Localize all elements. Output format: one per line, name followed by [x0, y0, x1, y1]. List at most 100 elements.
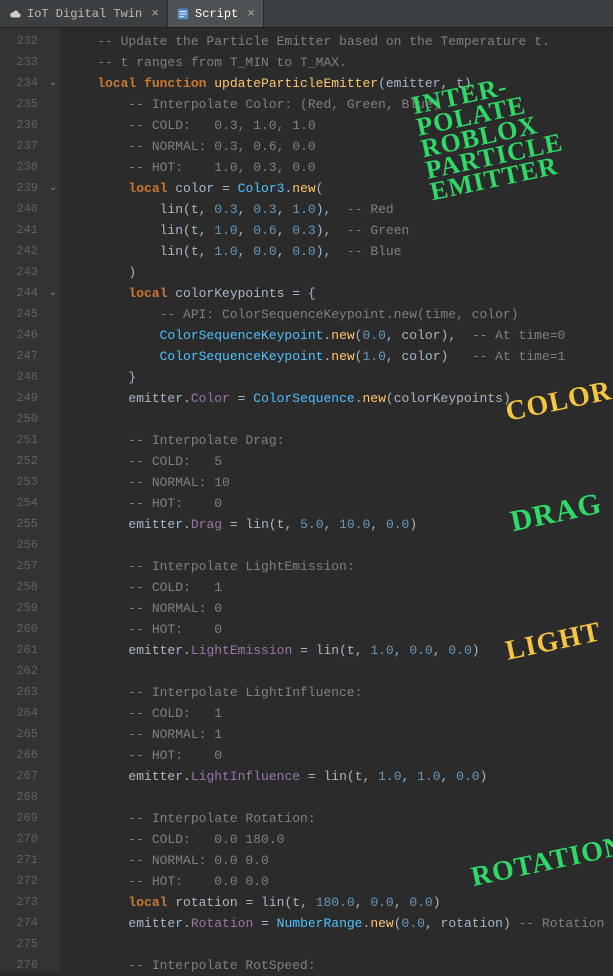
code-line[interactable]: -- NORMAL: 0.0 0.0: [66, 850, 613, 871]
line-number: 257: [0, 556, 46, 577]
line-number: 237: [0, 136, 46, 157]
code-line[interactable]: }: [66, 367, 613, 388]
line-number: 233: [0, 52, 46, 73]
code-line[interactable]: ): [66, 262, 613, 283]
line-number: 255: [0, 514, 46, 535]
line-number: 266: [0, 745, 46, 766]
line-number: 243: [0, 262, 46, 283]
fold-chevron-icon[interactable]: ⌄: [46, 73, 60, 94]
tab-bar: IoT Digital Twin × Script ×: [0, 0, 613, 28]
code-line[interactable]: -- Interpolate Color: (Red, Green, Blue): [66, 94, 613, 115]
line-number: 235: [0, 94, 46, 115]
code-line[interactable]: emitter.LightEmission = lin(t, 1.0, 0.0,…: [66, 640, 613, 661]
line-number: 269: [0, 808, 46, 829]
line-number: 271: [0, 850, 46, 871]
line-number: 245: [0, 304, 46, 325]
code-line[interactable]: emitter.Drag = lin(t, 5.0, 10.0, 0.0): [66, 514, 613, 535]
code-line[interactable]: -- HOT: 0: [66, 745, 613, 766]
line-number: 270: [0, 829, 46, 850]
line-number: 244: [0, 283, 46, 304]
code-line[interactable]: [66, 934, 613, 955]
script-icon: [176, 7, 190, 21]
code-line[interactable]: -- NORMAL: 1: [66, 724, 613, 745]
line-number: 240: [0, 199, 46, 220]
code-line[interactable]: local rotation = lin(t, 180.0, 0.0, 0.0): [66, 892, 613, 913]
code-line[interactable]: -- COLD: 5: [66, 451, 613, 472]
fold-chevron-icon[interactable]: ⌄: [46, 178, 60, 199]
code-line[interactable]: [66, 787, 613, 808]
tab-label: Script: [195, 7, 238, 21]
line-number: 232: [0, 31, 46, 52]
code-line[interactable]: -- NORMAL: 10: [66, 472, 613, 493]
code-line[interactable]: -- HOT: 1.0, 0.3, 0.0: [66, 157, 613, 178]
line-number: 273: [0, 892, 46, 913]
tab-script[interactable]: Script ×: [168, 0, 264, 27]
code-line[interactable]: -- Interpolate LightInfluence:: [66, 682, 613, 703]
line-number: 264: [0, 703, 46, 724]
code-line[interactable]: local colorKeypoints = {: [66, 283, 613, 304]
code-line[interactable]: -- COLD: 1: [66, 577, 613, 598]
line-number: 272: [0, 871, 46, 892]
code-line[interactable]: -- Interpolate Drag:: [66, 430, 613, 451]
fold-chevron-icon[interactable]: ⌄: [46, 283, 60, 304]
line-number: 250: [0, 409, 46, 430]
line-number: 253: [0, 472, 46, 493]
close-icon[interactable]: ×: [243, 6, 255, 21]
code-line[interactable]: [66, 535, 613, 556]
code-line[interactable]: -- t ranges from T_MIN to T_MAX.: [66, 52, 613, 73]
line-number: 267: [0, 766, 46, 787]
code-line[interactable]: [66, 661, 613, 682]
line-number: 256: [0, 535, 46, 556]
code-line[interactable]: ColorSequenceKeypoint.new(0.0, color), -…: [66, 325, 613, 346]
line-number: 252: [0, 451, 46, 472]
line-number: 265: [0, 724, 46, 745]
code-line[interactable]: emitter.Rotation = NumberRange.new(0.0, …: [66, 913, 613, 934]
code-line[interactable]: -- HOT: 0: [66, 619, 613, 640]
line-number: 260: [0, 619, 46, 640]
code-line[interactable]: -- Update the Particle Emitter based on …: [66, 31, 613, 52]
cloud-icon: [8, 7, 22, 21]
code-line[interactable]: local color = Color3.new(: [66, 178, 613, 199]
editor[interactable]: 2322332342352362372382392402412422432442…: [0, 28, 613, 971]
code-line[interactable]: local function updateParticleEmitter(emi…: [66, 73, 613, 94]
code-line[interactable]: ColorSequenceKeypoint.new(1.0, color) --…: [66, 346, 613, 367]
code-line[interactable]: -- HOT: 0: [66, 493, 613, 514]
line-number: 246: [0, 325, 46, 346]
code-line[interactable]: emitter.Color = ColorSequence.new(colorK…: [66, 388, 613, 409]
code-line[interactable]: -- HOT: 0.0 0.0: [66, 871, 613, 892]
line-gutter: 2322332342352362372382392402412422432442…: [0, 28, 46, 971]
code-line[interactable]: -- COLD: 0.3, 1.0, 1.0: [66, 115, 613, 136]
line-number: 262: [0, 661, 46, 682]
line-number: 247: [0, 346, 46, 367]
code-line[interactable]: -- Interpolate LightEmission:: [66, 556, 613, 577]
code-line[interactable]: -- COLD: 1: [66, 703, 613, 724]
line-number: 249: [0, 388, 46, 409]
line-number: 251: [0, 430, 46, 451]
line-number: 275: [0, 934, 46, 955]
line-number: 263: [0, 682, 46, 703]
line-number: 236: [0, 115, 46, 136]
line-number: 276: [0, 955, 46, 976]
close-icon[interactable]: ×: [147, 6, 159, 21]
fold-column: ⌄ ⌄ ⌄: [46, 28, 60, 971]
line-number: 254: [0, 493, 46, 514]
code-line[interactable]: -- API: ColorSequenceKeypoint.new(time, …: [66, 304, 613, 325]
code-line[interactable]: -- NORMAL: 0: [66, 598, 613, 619]
code-line[interactable]: -- Interpolate Rotation:: [66, 808, 613, 829]
code-line[interactable]: lin(t, 0.3, 0.3, 1.0), -- Red: [66, 199, 613, 220]
code-line[interactable]: -- NORMAL: 0.3, 0.6, 0.0: [66, 136, 613, 157]
code-line[interactable]: [66, 409, 613, 430]
line-number: 258: [0, 577, 46, 598]
line-number: 241: [0, 220, 46, 241]
tab-iot[interactable]: IoT Digital Twin ×: [0, 0, 168, 27]
code-line[interactable]: lin(t, 1.0, 0.0, 0.0), -- Blue: [66, 241, 613, 262]
code-line[interactable]: lin(t, 1.0, 0.6, 0.3), -- Green: [66, 220, 613, 241]
line-number: 234: [0, 73, 46, 94]
line-number: 274: [0, 913, 46, 934]
line-number: 239: [0, 178, 46, 199]
code-line[interactable]: -- Interpolate RotSpeed:: [66, 955, 613, 976]
code-area[interactable]: -- Update the Particle Emitter based on …: [60, 28, 613, 971]
code-line[interactable]: emitter.LightInfluence = lin(t, 1.0, 1.0…: [66, 766, 613, 787]
line-number: 268: [0, 787, 46, 808]
code-line[interactable]: -- COLD: 0.0 180.0: [66, 829, 613, 850]
